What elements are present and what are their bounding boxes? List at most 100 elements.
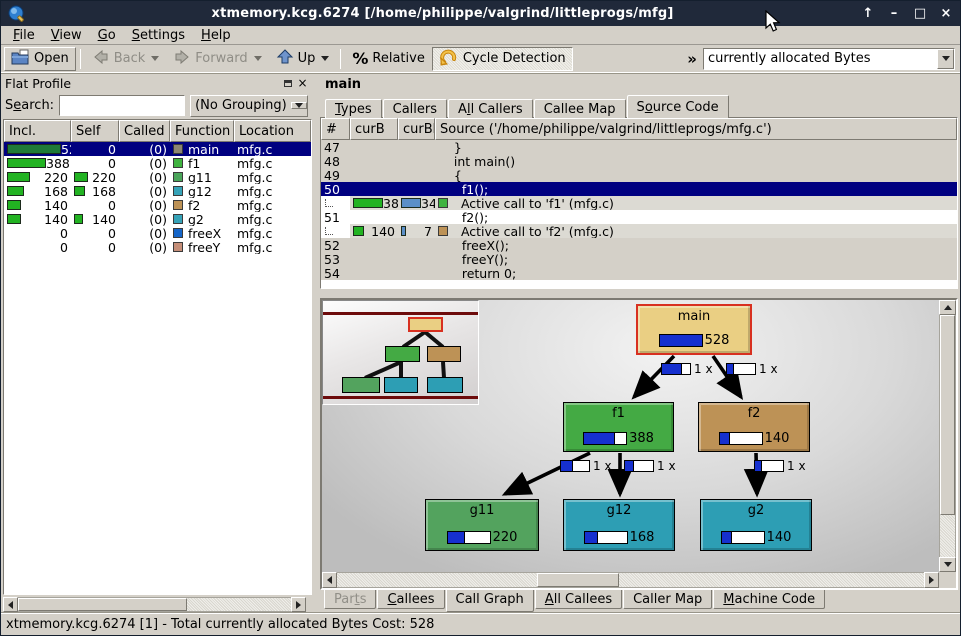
tab-all-callees[interactable]: All Callees — [535, 590, 622, 609]
node-cost-fill — [585, 532, 598, 543]
cycle-detection-icon — [439, 48, 459, 70]
call-graph-canvas[interactable]: main528f1388f2140g11220g12168g21401 x1 x… — [322, 300, 939, 572]
graph-node-f2[interactable]: f2140 — [698, 402, 810, 452]
grouping-dropdown-icon[interactable] — [291, 102, 307, 109]
column-header-location[interactable]: Location — [234, 120, 311, 142]
titlebar[interactable]: xtmemory.kcg.6274 [/home/philippe/valgri… — [1, 1, 960, 26]
graph-hscrollbar[interactable] — [322, 572, 939, 588]
source-column-header[interactable]: # — [321, 118, 350, 140]
source-line-row[interactable]: 48 int main() — [321, 154, 957, 168]
graph-vscrollbar[interactable] — [939, 300, 956, 572]
flat-profile-row[interactable]: 168168(0)g12mfg.c — [4, 184, 311, 198]
column-header-called[interactable]: Called — [119, 120, 170, 142]
flat-profile-row[interactable]: 1400(0)f2mfg.c — [4, 198, 311, 212]
search-input[interactable] — [59, 95, 185, 116]
source-code-text: { — [438, 168, 462, 182]
source-call-row[interactable]: 1407 Active call to 'f2' (mfg.c) — [321, 224, 957, 238]
source-line-row[interactable]: 49 { — [321, 168, 957, 182]
scroll-down-icon[interactable] — [939, 557, 956, 572]
shade-button[interactable]: ↑ — [860, 6, 876, 22]
relative-toggle-button[interactable]: % Relative — [345, 47, 431, 71]
source-column-header[interactable]: curB — [350, 118, 398, 140]
cost-type-dropdown-icon[interactable] — [937, 49, 954, 69]
up-button[interactable]: Up — [269, 47, 337, 71]
tab-source-code[interactable]: Source Code — [627, 95, 729, 118]
scroll-right-icon[interactable] — [924, 572, 939, 588]
toolbar-overflow-chevron[interactable]: » — [687, 50, 697, 68]
tab-callees[interactable]: Callees — [377, 590, 444, 609]
horizontal-splitter[interactable] — [320, 289, 958, 298]
source-cell: { — [435, 168, 957, 182]
source-line-row[interactable]: 47 } — [321, 140, 957, 154]
tab-all-callers[interactable]: All Callers — [448, 99, 533, 118]
cost-type-select[interactable]: currently allocated Bytes — [703, 48, 955, 70]
menu-settings[interactable]: Settings — [124, 27, 193, 44]
graph-node-main[interactable]: main528 — [636, 304, 752, 355]
source-column-header[interactable]: curBk — [398, 118, 435, 140]
tab-machine-code[interactable]: Machine Code — [713, 590, 825, 609]
column-header-function[interactable]: Function — [170, 120, 234, 142]
graph-node-g2[interactable]: g2140 — [700, 499, 812, 551]
back-button[interactable]: Back — [85, 47, 167, 71]
node-cost-bar — [583, 432, 627, 445]
menu-go[interactable]: Go — [90, 27, 124, 44]
menu-file[interactable]: File — [5, 27, 43, 44]
curbk-cell — [398, 154, 435, 168]
source-line-row[interactable]: 51 f2(); — [321, 210, 957, 224]
close-button[interactable]: × — [938, 6, 954, 22]
flat-profile-row[interactable]: 00(0)freeYmfg.c — [4, 240, 311, 254]
tab-call-graph[interactable]: Call Graph — [446, 590, 534, 612]
tab-parts[interactable]: Parts — [324, 590, 376, 609]
minimize-button[interactable]: – — [886, 6, 902, 22]
self-bar — [74, 172, 88, 182]
tab-types[interactable]: Types — [325, 99, 382, 118]
incl-bar — [7, 158, 46, 168]
source-column-header[interactable]: Source ('/home/philippe/valgrind/littlep… — [435, 118, 957, 140]
back-history-chevron-icon[interactable] — [151, 56, 159, 61]
self-cell: 0 — [71, 226, 119, 240]
flat-profile-hscrollbar[interactable] — [3, 597, 306, 612]
column-header-incl[interactable]: Incl. — [4, 120, 71, 142]
graph-node-g11[interactable]: g11220 — [425, 499, 539, 551]
source-code-text: int main() — [438, 154, 515, 168]
menubar: FileViewGoSettingsHelp — [1, 26, 960, 45]
source-line-row[interactable]: 54 return 0; — [321, 266, 957, 280]
flat-profile-row[interactable]: 00(0)freeXmfg.c — [4, 226, 311, 240]
source-line-row[interactable]: 53 freeY(); — [321, 252, 957, 266]
scroll-right-icon[interactable] — [291, 597, 306, 612]
flat-profile-row[interactable]: 3880(0)f1mfg.c — [4, 156, 311, 170]
source-call-row[interactable]: 38834 Active call to 'f1' (mfg.c) — [321, 196, 957, 210]
grouping-select[interactable]: (No Grouping) — [190, 95, 308, 117]
dock-float-button[interactable] — [280, 76, 295, 90]
scroll-left-icon[interactable] — [3, 597, 18, 612]
graph-node-f1[interactable]: f1388 — [563, 402, 674, 452]
maximize-button[interactable]: □ — [912, 6, 928, 22]
tab-caller-map[interactable]: Caller Map — [623, 590, 712, 609]
flat-profile-row[interactable]: 5280(0)mainmfg.c — [4, 142, 311, 156]
node-cost-fill — [584, 433, 615, 444]
forward-button[interactable]: Forward — [166, 47, 268, 71]
graph-node-g12[interactable]: g12168 — [563, 499, 675, 551]
function-cell: freeY — [170, 240, 234, 254]
open-button[interactable]: Open — [4, 47, 76, 71]
up-history-chevron-icon[interactable] — [321, 56, 329, 61]
tab-callers[interactable]: Callers — [383, 99, 447, 118]
flat-profile-dock-header[interactable]: Flat Profile × — [3, 74, 312, 92]
panel-splitter[interactable] — [312, 73, 320, 613]
column-header-self[interactable]: Self — [71, 120, 119, 142]
source-line-row[interactable]: 52 freeX(); — [321, 238, 957, 252]
source-cell: f1(); — [435, 182, 957, 196]
cycle-detection-button[interactable]: Cycle Detection — [432, 47, 573, 71]
function-name: g12 — [188, 184, 212, 198]
graph-overview[interactable] — [322, 300, 479, 405]
forward-history-chevron-icon[interactable] — [254, 56, 262, 61]
scroll-up-icon[interactable] — [939, 300, 956, 315]
tab-callee-map[interactable]: Callee Map — [534, 99, 626, 118]
dock-close-button[interactable]: × — [295, 76, 310, 90]
flat-profile-row[interactable]: 140140(0)g2mfg.c — [4, 212, 311, 226]
flat-profile-row[interactable]: 220220(0)g11mfg.c — [4, 170, 311, 184]
source-line-row[interactable]: 50 f1(); — [321, 182, 957, 196]
menu-help[interactable]: Help — [193, 27, 239, 44]
scroll-left-icon[interactable] — [322, 572, 337, 588]
menu-view[interactable]: View — [43, 27, 90, 44]
